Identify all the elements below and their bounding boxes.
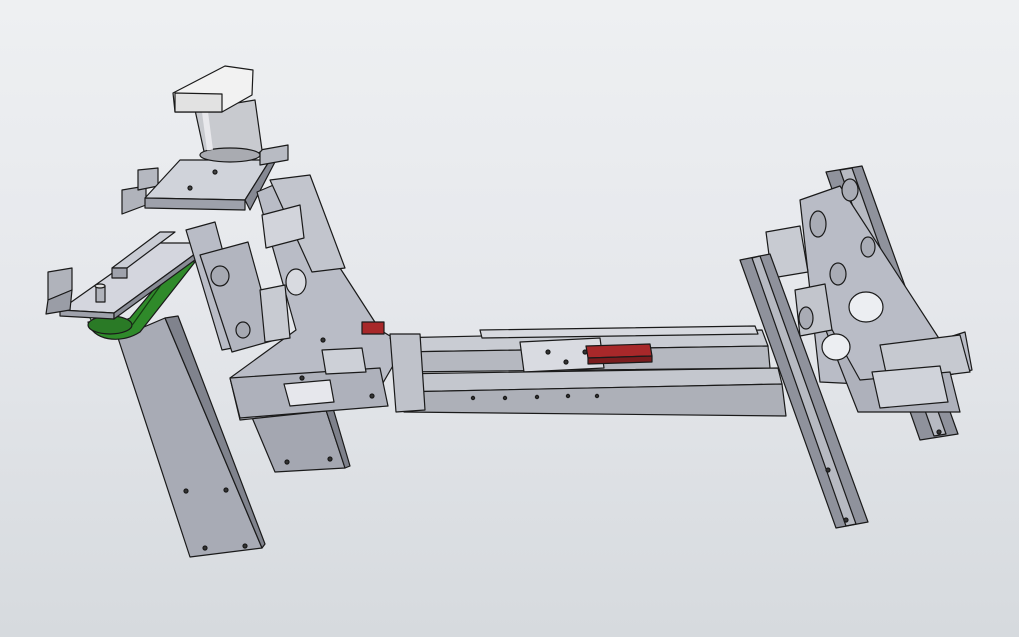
left-vertical-arm[interactable] (117, 315, 266, 558)
servo-motor[interactable] (172, 65, 263, 163)
linear-rail-lower[interactable] (393, 367, 787, 417)
tool-head-plate[interactable] (59, 231, 211, 320)
cad-assembly-model[interactable] (0, 0, 1019, 637)
tool-clamp-left[interactable] (45, 267, 73, 315)
right-base-foot[interactable] (871, 365, 949, 409)
left-bracket-plate[interactable] (185, 174, 406, 421)
cad-viewport[interactable] (0, 0, 1019, 637)
